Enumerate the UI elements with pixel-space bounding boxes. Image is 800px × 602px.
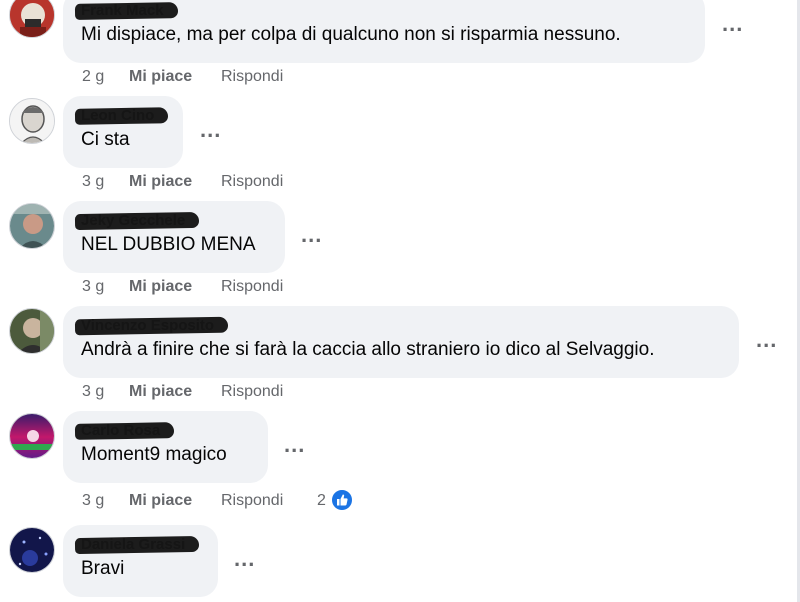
- like-button[interactable]: Mi piace: [129, 171, 192, 193]
- author-name[interactable]: Vincenzo Esposito: [81, 317, 214, 334]
- comment-text: Moment9 magico: [81, 444, 227, 465]
- timestamp[interactable]: 3 g: [82, 381, 104, 403]
- author-name-wrap: Vincenzo Esposito: [74, 315, 229, 337]
- author-name[interactable]: Frank Mack: [81, 2, 164, 19]
- reaction-count[interactable]: 2: [317, 490, 326, 512]
- timestamp[interactable]: 3 g: [82, 171, 104, 193]
- like-button[interactable]: Mi piace: [129, 66, 192, 88]
- comment-text: NEL DUBBIO MENA: [81, 234, 256, 255]
- comment-bubble: Vincenzo Esposito Andrà a finire che si …: [63, 306, 739, 378]
- more-options-icon[interactable]: ...: [722, 13, 743, 35]
- more-options-icon[interactable]: ...: [284, 434, 305, 456]
- timestamp[interactable]: 3 g: [82, 276, 104, 298]
- reply-button[interactable]: Rispondi: [221, 490, 283, 512]
- comment-bubble: Leon Cino Ci sta: [63, 96, 183, 168]
- more-options-icon[interactable]: ...: [301, 224, 322, 246]
- author-name[interactable]: Carlo Rosa: [81, 422, 160, 439]
- like-button[interactable]: Mi piace: [129, 276, 192, 298]
- timestamp[interactable]: 2 g: [82, 66, 104, 88]
- author-name[interactable]: Leon Cino: [81, 107, 154, 124]
- reply-button[interactable]: Rispondi: [221, 276, 283, 298]
- like-button[interactable]: Mi piace: [129, 381, 192, 403]
- comment-bubble: Jeky Gecchele NEL DUBBIO MENA: [63, 201, 285, 273]
- more-options-icon[interactable]: ...: [234, 548, 255, 570]
- avatar[interactable]: [9, 413, 55, 459]
- comment-bubble: Frank Mack Mi dispiace, ma per colpa di …: [63, 0, 705, 63]
- comment-text: Ci sta: [81, 129, 130, 150]
- author-name-wrap: Carlo Rosa: [74, 420, 175, 442]
- author-name-wrap: Jeky Gecchele: [74, 210, 200, 232]
- more-options-icon[interactable]: ...: [756, 329, 777, 351]
- avatar[interactable]: [9, 527, 55, 573]
- author-name[interactable]: Jeky Gecchele: [81, 212, 185, 229]
- avatar[interactable]: [9, 0, 55, 38]
- comment-bubble: Daniela Grassi Bravi: [63, 525, 218, 597]
- avatar[interactable]: [9, 203, 55, 249]
- author-name-wrap: Daniela Grassi: [74, 534, 200, 556]
- like-button[interactable]: Mi piace: [129, 490, 192, 512]
- avatar[interactable]: [9, 308, 55, 354]
- reply-button[interactable]: Rispondi: [221, 171, 283, 193]
- author-name[interactable]: Daniela Grassi: [81, 536, 185, 553]
- author-name-wrap: Frank Mack: [74, 0, 178, 22]
- author-name-wrap: Leon Cino: [74, 105, 169, 127]
- timestamp[interactable]: 3 g: [82, 490, 104, 512]
- thumbs-up-icon[interactable]: [330, 488, 354, 512]
- avatar[interactable]: [9, 98, 55, 144]
- comment-bubble: Carlo Rosa Moment9 magico: [63, 411, 268, 483]
- comments-list: Frank Mack Mi dispiace, ma per colpa di …: [0, 0, 800, 602]
- comment-text: Bravi: [81, 558, 125, 579]
- reply-button[interactable]: Rispondi: [221, 381, 283, 403]
- comment-text: Andrà a finire che si farà la caccia all…: [81, 339, 655, 360]
- comment-text: Mi dispiace, ma per colpa di qualcuno no…: [81, 24, 621, 45]
- reply-button[interactable]: Rispondi: [221, 66, 283, 88]
- more-options-icon[interactable]: ...: [200, 119, 221, 141]
